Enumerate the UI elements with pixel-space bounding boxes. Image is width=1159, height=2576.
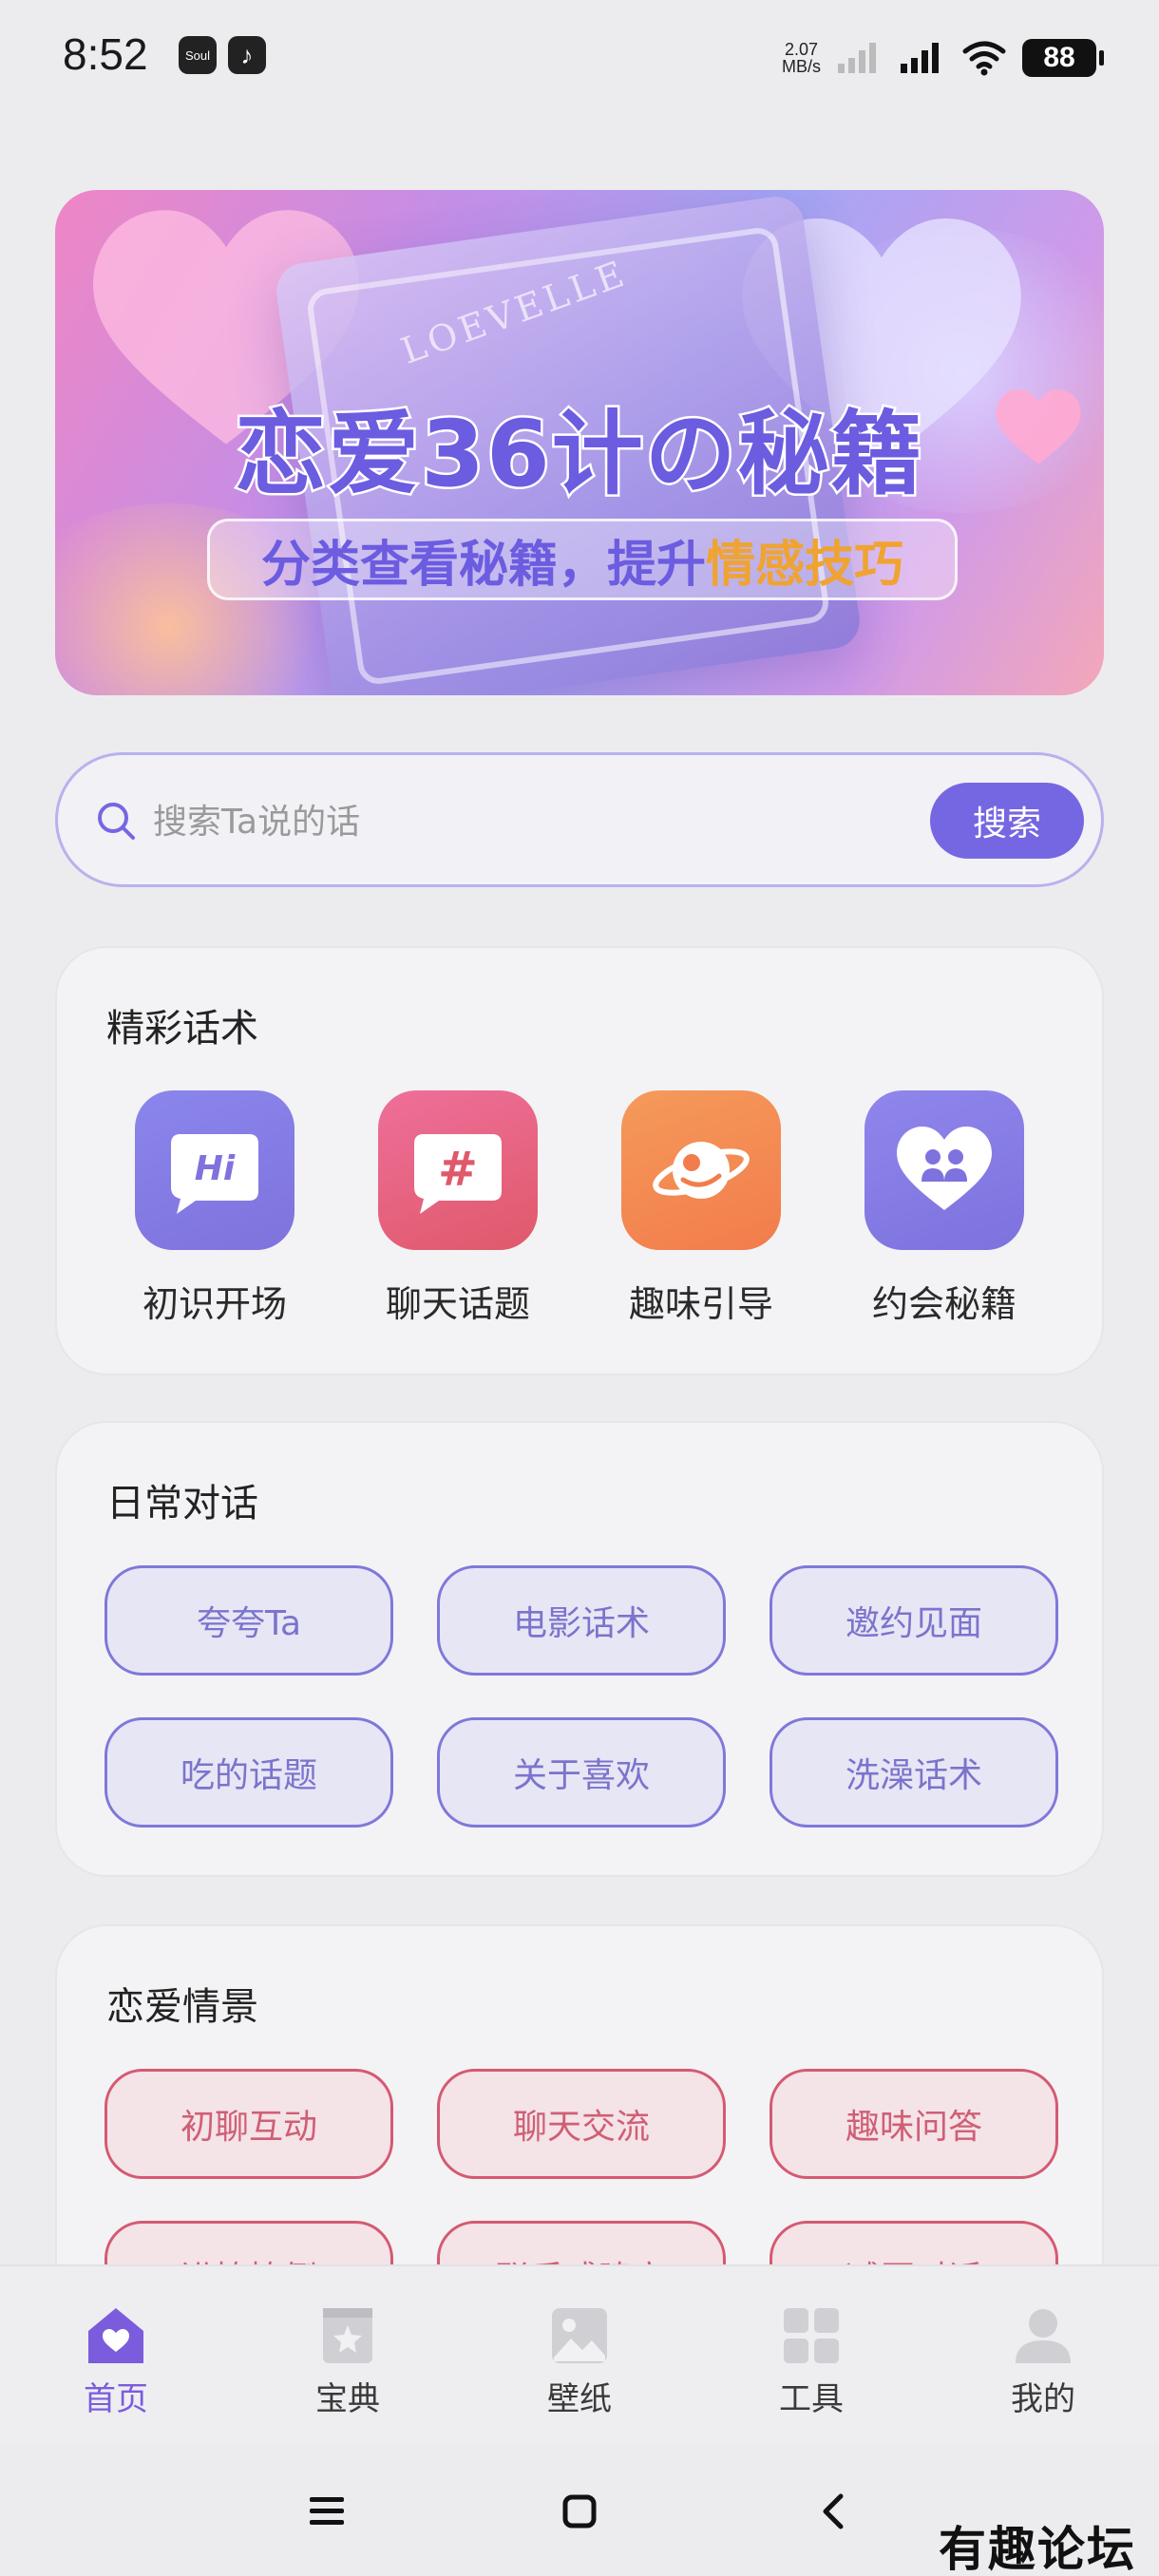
signal-weak-icon: [838, 43, 876, 73]
feature-fun-guide[interactable]: 趣味引导: [606, 1090, 796, 1327]
status-indicators: 2.07 MB/s 88: [782, 34, 1104, 82]
network-speed: 2.07 MB/s: [782, 41, 821, 75]
search-bar: 搜索: [55, 752, 1104, 887]
feature-label: 初识开场: [142, 1283, 287, 1325]
chip-movie[interactable]: 电影话术: [437, 1565, 726, 1676]
chip-first-chat[interactable]: 初聊互动: [104, 2069, 393, 2179]
home-square-glyph: [562, 2494, 597, 2529]
feature-topics[interactable]: # 聊天话题: [363, 1090, 553, 1327]
highlights-card: 精彩话术 Hi 初识开场 # 聊天话题 趣味引导 约会秘籍: [55, 946, 1104, 1375]
signal-strong-icon: [901, 43, 939, 73]
bottom-nav: 首页 宝典 壁纸 工具 我的: [0, 2264, 1159, 2443]
network-speed-value: 2.07: [784, 40, 819, 59]
book-star-icon: [316, 2304, 379, 2367]
search-input[interactable]: [153, 793, 865, 850]
svg-text:Hi: Hi: [195, 1149, 236, 1188]
section-title: 恋爱情景: [106, 1985, 258, 2029]
planet-glyph: [653, 1142, 750, 1199]
book-star-glyph: [323, 2308, 372, 2363]
feature-opening[interactable]: Hi 初识开场: [120, 1090, 310, 1327]
hi-chat-icon: Hi: [135, 1090, 294, 1250]
menu-glyph: [310, 2497, 344, 2525]
hashtag-chat-icon: #: [378, 1090, 538, 1250]
nav-label: 我的: [1011, 2380, 1075, 2418]
grid-icon: [780, 2304, 843, 2367]
status-bar: 8:52 Soul ♪ 2.07 MB/s 88: [0, 0, 1159, 114]
section-title: 日常对话: [106, 1482, 258, 1525]
banner-subtitle: 分类查看秘籍，提升 情感技巧: [207, 519, 958, 600]
couple-heart-icon: [864, 1090, 1024, 1250]
watermark: 有趣论坛: [939, 2521, 1136, 2576]
feature-label: 聊天话题: [385, 1283, 530, 1325]
battery-indicator: 88: [1022, 39, 1104, 77]
promo-banner[interactable]: LOEVELLE 恋爱36计の秘籍 分类查看秘籍，提升 情感技巧: [55, 190, 1104, 695]
banner-subtitle-text: 分类查看秘籍，提升: [260, 536, 706, 594]
feature-label: 趣味引导: [628, 1283, 773, 1325]
image-glyph: [552, 2308, 607, 2363]
soul-app-icon: Soul: [179, 36, 217, 74]
banner-title: 恋爱36计の秘籍: [233, 399, 925, 510]
daily-dialogue-card: 日常对话 夸夸Ta 电影话术 邀约见面 吃的话题 关于喜欢 洗澡话术: [55, 1421, 1104, 1877]
planet-icon: [621, 1090, 781, 1250]
chip-like[interactable]: 关于喜欢: [437, 1717, 726, 1828]
menu-icon[interactable]: [298, 2483, 355, 2540]
feature-label: 约会秘籍: [871, 1283, 1016, 1325]
chip-grid: 夸夸Ta 电影话术 邀约见面 吃的话题 关于喜欢 洗澡话术: [104, 1565, 1058, 1828]
chip-chat-exchange[interactable]: 聊天交流: [437, 2069, 726, 2179]
feature-dating[interactable]: 约会秘籍: [849, 1090, 1039, 1327]
home-heart-icon: [85, 2304, 147, 2367]
svg-text:#: #: [438, 1142, 478, 1197]
chip-invite[interactable]: 邀约见面: [770, 1565, 1058, 1676]
wifi-icon: [962, 41, 1006, 76]
back-glyph: [823, 2493, 844, 2529]
network-speed-unit: MB/s: [781, 57, 821, 76]
status-time: 8:52: [63, 29, 148, 79]
home-square-icon[interactable]: [551, 2483, 608, 2540]
image-icon: [548, 2304, 611, 2367]
nav-wallpaper[interactable]: 壁纸: [504, 2304, 656, 2419]
search-icon: [98, 803, 135, 840]
search-button[interactable]: 搜索: [930, 783, 1084, 859]
nav-handbook[interactable]: 宝典: [272, 2304, 424, 2419]
nav-label: 宝典: [315, 2380, 380, 2418]
couple-heart-glyph: [897, 1127, 992, 1210]
chip-bath[interactable]: 洗澡话术: [770, 1717, 1058, 1828]
user-glyph: [1016, 2309, 1071, 2363]
nav-label: 首页: [84, 2380, 148, 2418]
nav-profile[interactable]: 我的: [967, 2304, 1119, 2419]
nav-tools[interactable]: 工具: [735, 2304, 887, 2419]
grid-glyph: [784, 2308, 839, 2363]
hi-chat-glyph: Hi: [171, 1134, 258, 1214]
chip-praise[interactable]: 夸夸Ta: [104, 1565, 393, 1676]
back-icon[interactable]: [804, 2483, 861, 2540]
banner-subtitle-highlight: 情感技巧: [706, 536, 904, 594]
user-icon: [1012, 2304, 1074, 2367]
nav-home[interactable]: 首页: [40, 2304, 192, 2419]
tiktok-app-icon: ♪: [228, 36, 266, 74]
hashtag-chat-glyph: #: [414, 1134, 502, 1214]
section-title: 精彩话术: [106, 1007, 258, 1051]
nav-label: 壁纸: [547, 2380, 612, 2418]
home-heart-glyph: [88, 2308, 143, 2363]
chip-fun-qa[interactable]: 趣味问答: [770, 2069, 1058, 2179]
chip-food[interactable]: 吃的话题: [104, 1717, 393, 1828]
nav-label: 工具: [779, 2380, 844, 2418]
